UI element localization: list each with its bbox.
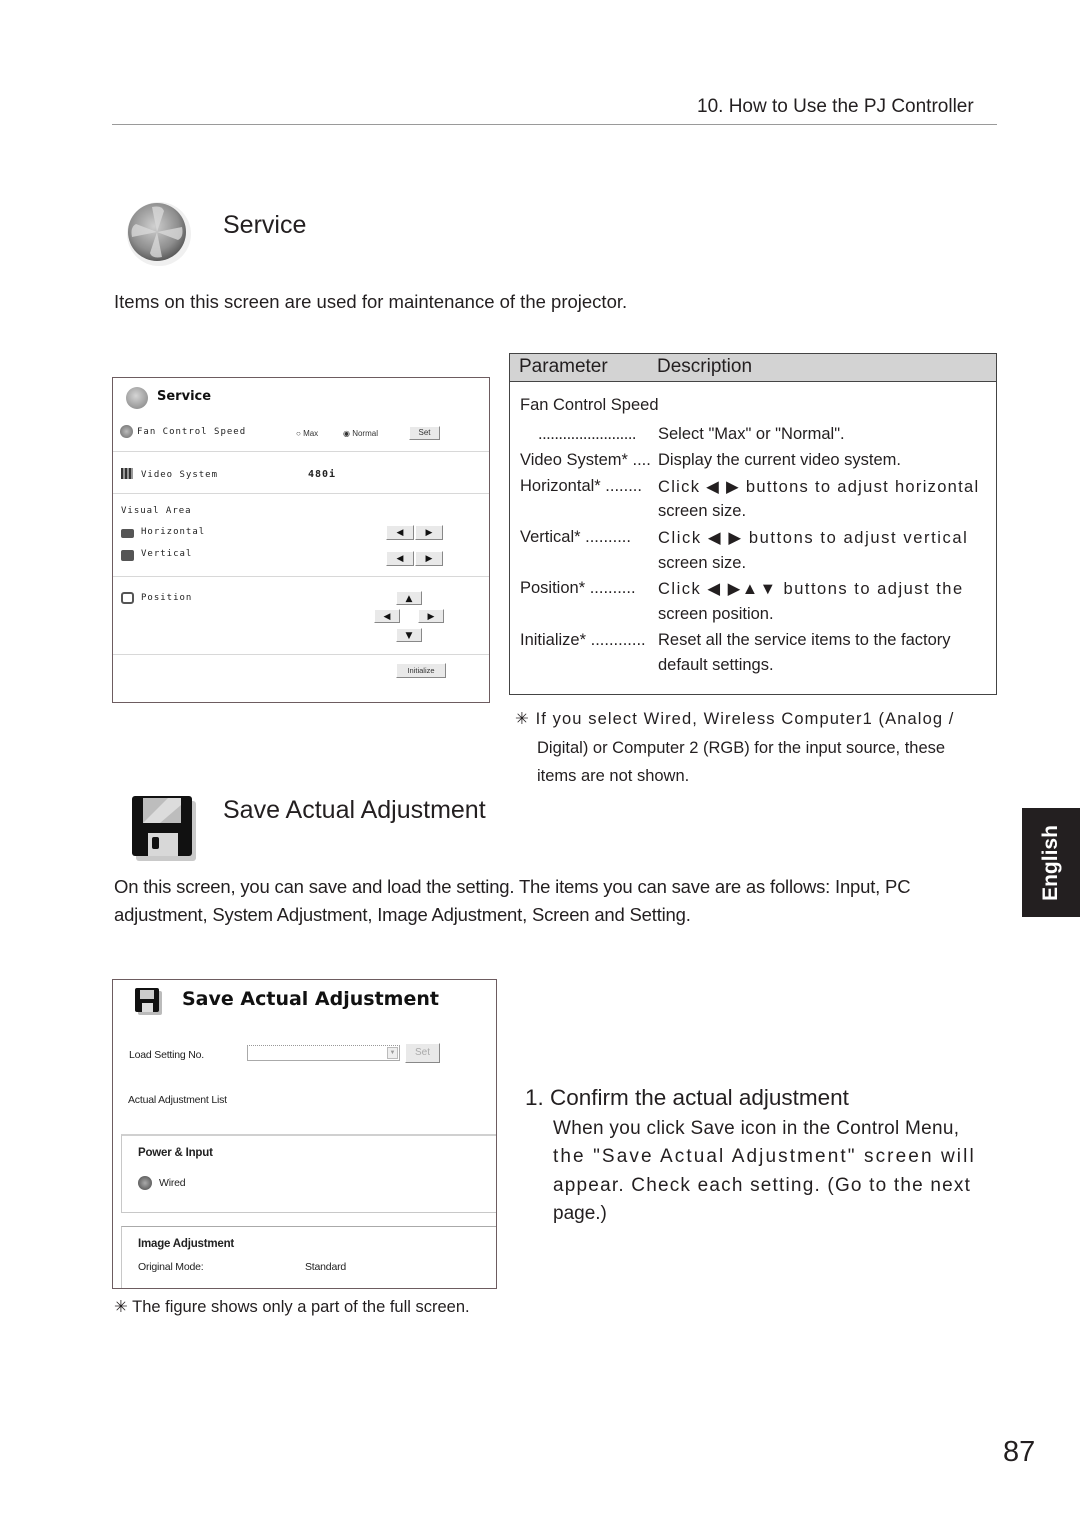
desc-position: Click ◀ ▶▲▼ buttons to adjust the — [658, 580, 964, 598]
fan-icon — [120, 425, 133, 438]
position-up-button[interactable]: ▲ — [396, 591, 422, 605]
parameter-table: Parameter Description Fan Control Speed … — [509, 353, 997, 695]
load-setting-label: Load Setting No. — [129, 1049, 205, 1061]
footnote-line-1: If you select Wired, Wireless Computer1 … — [535, 710, 955, 728]
fan-set-button[interactable]: Set — [409, 426, 440, 440]
desc-video-system: Display the current video system. — [658, 451, 902, 469]
fan-radio-max[interactable]: ○ Max — [296, 429, 318, 438]
visual-area-row: Visual Area Horizontal ◀ ▶ Vertical ◀ ▶ — [113, 494, 489, 577]
chapter-header: 10. How to Use the PJ Controller — [697, 96, 974, 117]
step-1-line-3: appear. Check each setting. (Go to the n… — [553, 1174, 972, 1196]
desc-vertical: Click ◀ ▶ buttons to adjust vertical — [658, 529, 969, 547]
save-screen-figure: Save Actual Adjustment Load Setting No. … — [112, 979, 497, 1289]
header-parameter: Parameter — [519, 356, 608, 377]
desc-initialize-cont: default settings. — [658, 656, 774, 674]
language-tab: English — [1022, 808, 1080, 917]
page-number: 87 — [1003, 1436, 1036, 1468]
video-system-value: 480i — [308, 469, 337, 480]
step-1-line-2: the "Save Actual Adjustment" screen will — [553, 1146, 976, 1168]
param-video-system: Video System* .... — [520, 451, 651, 469]
fan-icon — [122, 199, 194, 267]
load-set-button[interactable]: Set — [405, 1043, 440, 1063]
fan-radio-max-label: Max — [303, 429, 319, 438]
wired-label: Wired — [159, 1177, 186, 1189]
fan-control-label: Fan Control Speed — [137, 427, 247, 437]
save-floppy-icon-small — [135, 988, 162, 1015]
position-row: Position ▲ ◀ ▶ ▼ — [113, 577, 489, 655]
horizontal-label: Horizontal — [141, 527, 206, 537]
header-divider — [112, 124, 997, 125]
service-fan-icon-small — [126, 387, 148, 409]
original-mode-value: Standard — [305, 1261, 347, 1273]
param-position: Position* .......... — [520, 579, 636, 597]
asterisk-mark: ✳ — [515, 710, 530, 728]
service-screen-figure: Service Fan Control Speed ○ Max ◉ Normal… — [112, 377, 490, 703]
desc-fan-control: Select "Max" or "Normal". — [658, 425, 845, 443]
step-1-line-4: page.) — [553, 1202, 607, 1224]
desc-initialize: Reset all the service items to the facto… — [658, 631, 951, 649]
vertical-label: Vertical — [141, 549, 193, 559]
vertical-icon — [121, 550, 134, 561]
desc-position-cont: screen position. — [658, 605, 774, 623]
original-mode-label: Original Mode: — [138, 1261, 204, 1273]
parameter-table-header: Parameter Description — [510, 354, 996, 382]
desc-vertical-cont: screen size. — [658, 554, 747, 572]
horizontal-right-button[interactable]: ▶ — [415, 525, 443, 540]
video-system-label: Video System — [141, 470, 219, 480]
horizontal-icon — [121, 529, 134, 538]
power-input-group: Power & Input Wired — [121, 1134, 496, 1213]
position-right-button[interactable]: ▶ — [418, 609, 444, 623]
desc-horizontal-cont: screen size. — [658, 502, 747, 520]
position-label: Position — [141, 593, 193, 603]
service-screen-title: Service — [157, 389, 212, 404]
figure-note: ✳ The figure shows only a part of the fu… — [114, 1298, 470, 1316]
fan-radio-normal[interactable]: ◉ Normal — [343, 429, 378, 438]
save-intro-text: On this screen, you can save and load th… — [114, 876, 911, 925]
load-setting-select[interactable]: ▼ — [247, 1045, 400, 1061]
video-system-row: Video System 480i — [113, 452, 489, 494]
image-adjustment-group: Image Adjustment Original Mode: Standard — [121, 1226, 496, 1288]
save-screen-title: Save Actual Adjustment — [182, 988, 439, 1010]
step-1-title: 1. Confirm the actual adjustment — [525, 1085, 849, 1110]
visual-area-label: Visual Area — [121, 506, 192, 516]
param-fan-control: Fan Control Speed — [520, 396, 659, 414]
position-down-button[interactable]: ▼ — [396, 628, 422, 642]
param-vertical: Vertical* .......... — [520, 528, 631, 546]
horizontal-left-button[interactable]: ◀ — [386, 525, 414, 540]
position-left-button[interactable]: ◀ — [374, 609, 400, 623]
vertical-left-button[interactable]: ◀ — [386, 551, 414, 566]
power-input-title: Power & Input — [138, 1147, 213, 1159]
vertical-right-button[interactable]: ▶ — [415, 551, 443, 566]
dropdown-arrow-icon[interactable]: ▼ — [387, 1047, 398, 1059]
wired-icon — [138, 1176, 152, 1190]
step-1-body: When you click Save icon in the Control … — [553, 1115, 995, 1228]
save-section-title: Save Actual Adjustment — [223, 796, 486, 824]
service-footnote: ✳ If you select Wired, Wireless Computer… — [515, 705, 997, 791]
language-tab-label: English — [1039, 824, 1062, 901]
param-initialize: Initialize* ............ — [520, 631, 646, 649]
step-1-line-1: When you click Save icon in the Control … — [553, 1118, 960, 1139]
service-section-title: Service — [223, 211, 307, 239]
adjustment-list-label: Actual Adjustment List — [128, 1094, 227, 1106]
initialize-button[interactable]: Initialize — [396, 663, 446, 678]
service-intro-text: Items on this screen are used for mainte… — [114, 291, 628, 312]
param-horizontal: Horizontal* ........ — [520, 477, 642, 495]
position-icon — [121, 592, 134, 604]
footnote-line-2: Digital) or Computer 2 (RGB) for the inp… — [537, 738, 946, 757]
fan-control-row: Fan Control Speed ○ Max ◉ Normal Set — [113, 423, 489, 452]
param-fan-dots: ........................ — [538, 425, 637, 443]
floppy-disk-icon — [128, 793, 200, 863]
video-system-icon — [121, 468, 133, 479]
image-adjustment-title: Image Adjustment — [138, 1238, 235, 1250]
fan-radio-normal-label: Normal — [352, 429, 378, 438]
header-description: Description — [657, 356, 753, 377]
desc-horizontal: Click ◀ ▶ buttons to adjust horizontal — [658, 478, 980, 496]
footnote-line-3: items are not shown. — [537, 767, 690, 785]
